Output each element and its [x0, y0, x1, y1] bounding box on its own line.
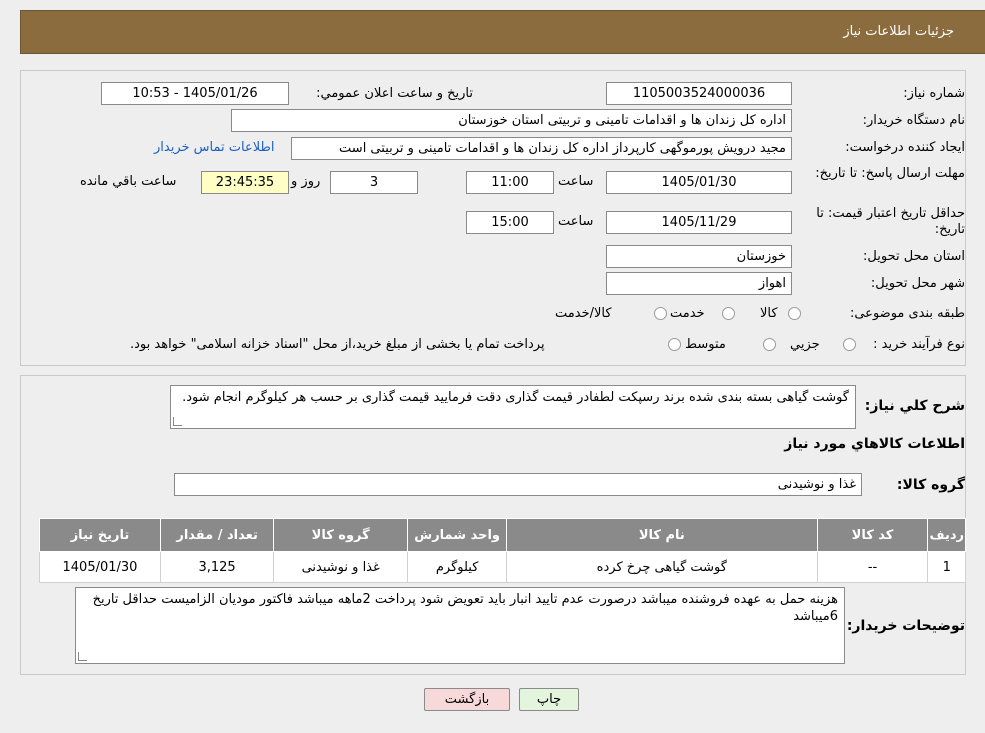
- category-option-goods: کالا: [760, 306, 778, 321]
- category-radio-goods[interactable]: [788, 307, 801, 320]
- province-field: خوزستان: [606, 245, 792, 268]
- remaining-label: ساعت باقي مانده: [80, 174, 177, 189]
- announce-datetime-field: 1405/01/26 - 10:53: [101, 82, 289, 105]
- buyer-notes-label: توضیحات خریدار:: [846, 618, 965, 634]
- deadline-time-field: 11:00: [466, 171, 554, 194]
- days-field: 3: [330, 171, 418, 194]
- validity-date-field: 1405/11/29: [606, 211, 792, 234]
- deadline-date-field: 1405/01/30: [606, 171, 792, 194]
- validity-label-text: حداقل تاریخ اعتبار قیمت: تا تاریخ:: [816, 206, 965, 237]
- process-radio-medium[interactable]: [763, 338, 776, 351]
- col-name: نام کالا: [506, 518, 818, 552]
- requester-field: مجید درویش پورموگهی کارپرداز اداره کل زن…: [291, 137, 792, 160]
- back-button[interactable]: بازگشت: [424, 688, 510, 711]
- category-radio-service[interactable]: [722, 307, 735, 320]
- cell-date: 1405/01/30: [39, 551, 161, 583]
- cell-unit: کیلوگرم: [407, 551, 508, 583]
- col-code: کد کالا: [816, 518, 929, 552]
- items-section-title: اطلاعات کالاهاي مورد نياز: [784, 436, 965, 452]
- resize-grip-icon[interactable]: [78, 652, 87, 661]
- days-label: روز و: [291, 174, 321, 189]
- page-title: جزئیات اطلاعات نیاز: [843, 24, 954, 39]
- col-row: رديف: [927, 518, 966, 552]
- table-row: 1 -- گوشت گیاهی چرخ کرده کیلوگرم غذا و ن…: [39, 551, 966, 583]
- category-radio-goods-service[interactable]: [654, 307, 667, 320]
- process-note: پرداخت تمام یا بخشی از مبلغ خرید،از محل …: [130, 337, 545, 352]
- cell-name: گوشت گیاهی چرخ کرده: [506, 551, 818, 583]
- need-number-label: شماره نیاز:: [903, 86, 965, 101]
- buyer-notes-textarea[interactable]: هزینه حمل به عهده فروشنده میباشد درصورت …: [75, 587, 845, 664]
- validity-time-label: ساعت: [558, 214, 594, 229]
- announce-datetime-label: تاریخ و ساعت اعلان عمومي:: [316, 86, 473, 101]
- city-label: شهر محل تحویل:: [870, 276, 965, 291]
- category-option-goods-service: کالا/خدمت: [555, 306, 612, 321]
- group-label: گروه کالا:: [896, 477, 965, 493]
- cell-row: 1: [927, 551, 966, 583]
- col-group: گروه کالا: [273, 518, 409, 552]
- validity-label: حداقل تاریخ اعتبار قیمت: تا تاریخ:: [805, 206, 965, 238]
- buyer-contact-link[interactable]: اطلاعات تماس خریدار: [154, 140, 274, 155]
- process-label: نوع فرآیند خرید :: [873, 337, 965, 352]
- category-option-service: خدمت: [670, 306, 705, 321]
- description-text: گوشت گیاهی بسته بندی شده برند رسپکت لطفا…: [182, 390, 849, 405]
- deadline-label: مهلت ارسال پاسخ: تا تاریخ:: [805, 166, 965, 182]
- requester-label: ایجاد کننده درخواست:: [845, 140, 965, 155]
- resize-grip-icon[interactable]: [173, 417, 182, 426]
- col-qty: تعداد / مقدار: [159, 518, 275, 552]
- items-table-header: رديف کد کالا نام کالا واحد شمارش گروه کا…: [39, 518, 966, 552]
- col-unit: واحد شمارش: [407, 518, 508, 552]
- process-option-medium: متوسط: [685, 337, 726, 352]
- province-label: استان محل تحویل:: [863, 249, 965, 264]
- remaining-time-field: 23:45:35: [201, 171, 289, 194]
- description-textarea[interactable]: گوشت گیاهی بسته بندی شده برند رسپکت لطفا…: [170, 385, 856, 429]
- print-button[interactable]: چاپ: [519, 688, 579, 711]
- description-label: شرح کلي نياز:: [864, 398, 965, 414]
- process-radio-minor[interactable]: [843, 338, 856, 351]
- cell-code: --: [816, 551, 929, 583]
- process-radio-treasury[interactable]: [668, 338, 681, 351]
- cell-group: غذا و نوشیدنی: [273, 551, 409, 583]
- page-header: جزئیات اطلاعات نیاز: [20, 10, 985, 54]
- validity-time-field: 15:00: [466, 211, 554, 234]
- deadline-label-text: مهلت ارسال پاسخ: تا تاریخ:: [815, 166, 965, 181]
- process-option-minor: جزیي: [790, 337, 820, 352]
- cell-qty: 3,125: [159, 551, 275, 583]
- buyer-org-label: نام دستگاه خريدار:: [862, 113, 965, 128]
- deadline-time-label: ساعت: [558, 174, 594, 189]
- buyer-org-field: اداره کل زندان ها و اقدامات تامینی و ترب…: [231, 109, 792, 132]
- group-field: غذا و نوشیدنی: [174, 473, 862, 496]
- buyer-notes-text: هزینه حمل به عهده فروشنده میباشد درصورت …: [92, 592, 838, 624]
- city-field: اهواز: [606, 272, 792, 295]
- items-table: رديف کد کالا نام کالا واحد شمارش گروه کا…: [39, 518, 966, 583]
- col-date: تاریخ نیاز: [39, 518, 161, 552]
- need-number-field: 1105003524000036: [606, 82, 792, 105]
- category-label: طبقه بندی موضوعی:: [849, 306, 965, 321]
